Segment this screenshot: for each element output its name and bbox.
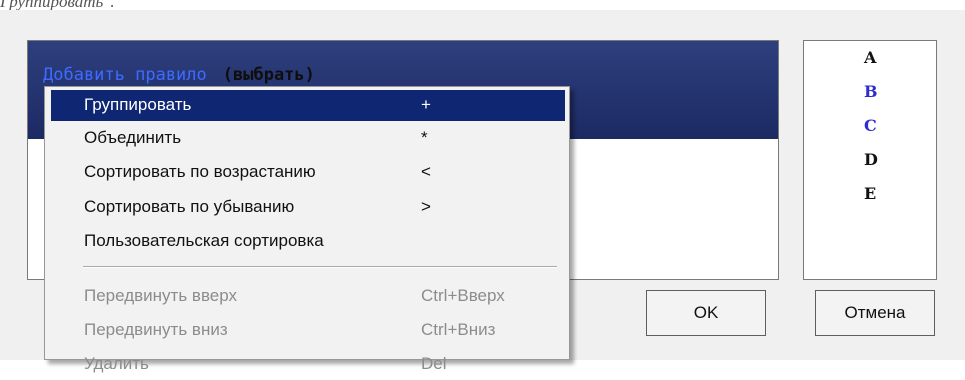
letter-b: B	[864, 82, 878, 101]
menu-item-label: Сортировать по возрастанию	[84, 162, 316, 181]
menu-item-shortcut: +	[421, 95, 431, 114]
menu-item-sort-ascending[interactable]: Сортировать по возрастанию <	[51, 157, 565, 188]
menu-item-merge[interactable]: Объединить *	[51, 123, 565, 154]
cancel-button[interactable]: Отмена	[815, 290, 935, 336]
letter-c: C	[864, 116, 877, 135]
menu-item-move-up[interactable]: Передвинуть вверх Ctrl+Вверх	[51, 281, 565, 312]
menu-item-shortcut: >	[421, 197, 431, 216]
add-rule-link[interactable]: Добавить правило	[43, 65, 207, 85]
menu-item-sort-descending[interactable]: Сортировать по убыванию >	[51, 192, 565, 223]
letter-a: A	[864, 48, 877, 67]
menu-item-shortcut: Del	[421, 354, 447, 373]
menu-item-shortcut: *	[421, 128, 428, 147]
caption-text: Группировать".	[0, 0, 115, 11]
menu-item-label: Удалить	[84, 354, 149, 373]
menu-item-label: Передвинуть вниз	[84, 320, 228, 339]
menu-item-label: Пользовательская сортировка	[84, 231, 324, 250]
context-menu: Группировать + Объединить * Сортировать …	[44, 86, 570, 373]
menu-item-move-down[interactable]: Передвинуть вниз Ctrl+Вниз	[51, 315, 565, 346]
letters-list: A B C D E	[803, 40, 937, 280]
menu-item-label: Передвинуть вверх	[84, 286, 237, 305]
choose-link[interactable]: (выбрать)	[223, 65, 315, 85]
menu-item-shortcut: Ctrl+Вниз	[421, 320, 496, 339]
menu-item-label: Объединить	[84, 128, 182, 147]
add-rule-line: Добавить правило (выбрать)	[43, 65, 315, 85]
menu-separator	[83, 266, 557, 268]
menu-item-delete[interactable]: Удалить Del	[51, 349, 565, 380]
ok-button[interactable]: OK	[646, 290, 766, 336]
letter-d: D	[864, 150, 878, 169]
letter-e: E	[864, 184, 877, 203]
menu-item-shortcut: Ctrl+Вверх	[421, 286, 505, 305]
menu-item-label: Группировать	[84, 95, 192, 114]
menu-item-custom-sort[interactable]: Пользовательская сортировка	[51, 226, 565, 257]
menu-item-label: Сортировать по убыванию	[84, 197, 295, 216]
menu-item-group[interactable]: Группировать +	[51, 90, 565, 121]
menu-item-shortcut: <	[421, 162, 431, 181]
